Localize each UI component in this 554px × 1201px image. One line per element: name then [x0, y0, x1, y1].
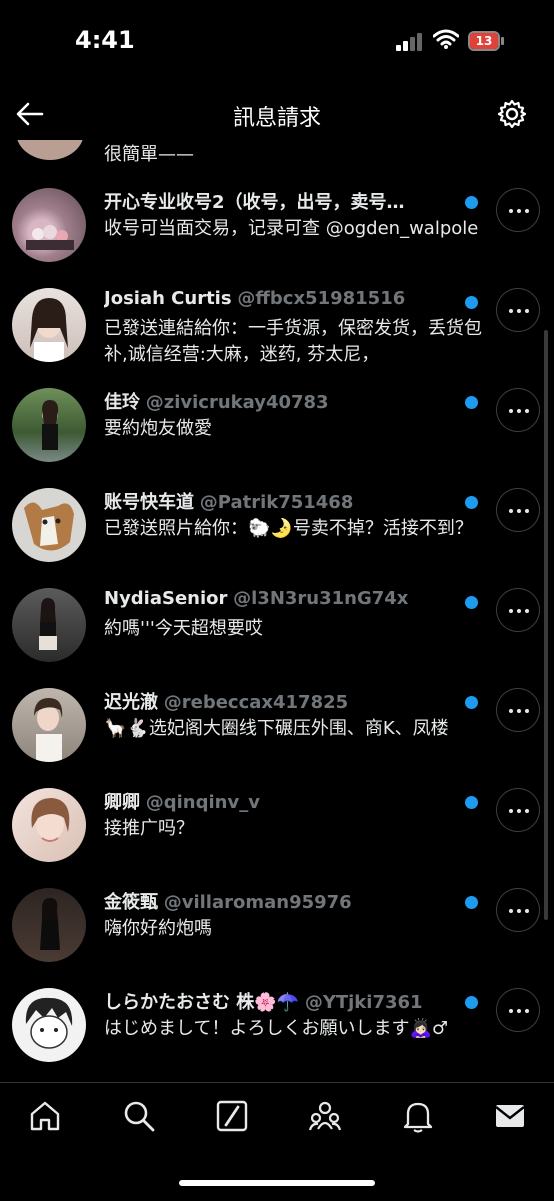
more-options-button[interactable] — [496, 388, 540, 432]
page-title: 訊息請求 — [232, 106, 321, 131]
sender-handle: @rebeccax417825 — [163, 692, 349, 713]
list-item[interactable]: 账号快车道 @Patrik751468 已發送照片給你：🐑🌛号卖不掉？活接不到？ — [0, 484, 554, 584]
sender-name: Josiah Curtis — [104, 288, 232, 309]
more-options-button[interactable] — [496, 288, 540, 332]
gear-icon[interactable] — [496, 98, 528, 130]
more-options-button[interactable] — [496, 588, 540, 632]
message-request-list: 很簡單—— 开心专业收号2（收号，出号，卖号… 收号可当面交易，记录可查 @og… — [0, 140, 554, 1080]
scrollbar[interactable] — [544, 330, 548, 920]
more-options-button[interactable] — [496, 988, 540, 1032]
list-item[interactable]: 金筱甄 @villaroman95976 嗨你好約炮嗎 — [0, 884, 554, 984]
sender-handle: @ffbcx51981516 — [237, 288, 406, 309]
unread-dot — [465, 896, 478, 909]
list-item[interactable]: 迟光澈 @rebeccax417825 🦙🐇选妃阁大圈线下碾压外围、商K、凤楼 — [0, 684, 554, 784]
message-preview: 約嗎'''今天超想要哎 — [104, 618, 263, 639]
messages-icon[interactable] — [493, 1099, 527, 1133]
battery-level: 13 — [470, 33, 498, 49]
header: 訊息請求 — [0, 86, 554, 144]
unread-dot — [465, 596, 478, 609]
status-time: 4:41 — [75, 26, 135, 54]
sender-handle: @l3N3ru31nG74x — [233, 588, 409, 609]
sender-name: NydiaSenior — [104, 588, 228, 609]
unread-dot — [465, 696, 478, 709]
sender-name: 佳玲 — [104, 392, 140, 413]
sender-handle: @qinqinv_v — [145, 792, 260, 813]
list-item[interactable]: 佳玲 @zivicrukay40783 要約炮友做愛 — [0, 384, 554, 484]
sender-name: しらかたおさむ 株🌸☂️ — [104, 992, 300, 1013]
avatar — [12, 188, 86, 262]
more-options-button[interactable] — [496, 188, 540, 232]
notifications-icon[interactable] — [401, 1099, 435, 1133]
avatar — [12, 288, 86, 362]
list-item[interactable]: 卿卿 @qinqinv_v 接推广吗？ — [0, 784, 554, 884]
message-preview: 已發送照片給你：🐑🌛号卖不掉？活接不到？ — [104, 518, 473, 539]
more-options-button[interactable] — [496, 888, 540, 932]
more-options-button[interactable] — [496, 788, 540, 832]
sender-handle: @YTjki7361 — [304, 992, 423, 1013]
battery-icon: 13 — [468, 31, 506, 51]
message-preview: 收号可当面交易，记录可查 @ogden_walpole — [104, 218, 479, 239]
unread-dot — [465, 796, 478, 809]
unread-dot — [465, 396, 478, 409]
sender-name: 账号快车道 — [104, 492, 194, 513]
home-indicator[interactable] — [179, 1180, 375, 1186]
message-preview: 要約炮友做愛 — [104, 418, 212, 439]
message-preview: はじめまして！よろしくお願いします🙇🏻‍♀️♂ — [104, 1018, 449, 1039]
avatar — [12, 988, 86, 1062]
status-bar: 4:41 13 — [0, 0, 554, 82]
unread-dot — [465, 996, 478, 1009]
avatar — [12, 888, 86, 962]
more-options-button[interactable] — [496, 688, 540, 732]
search-icon[interactable] — [122, 1099, 156, 1133]
unread-dot — [465, 296, 478, 309]
avatar — [16, 140, 84, 160]
sender-handle: @Patrik751468 — [199, 492, 354, 513]
avatar — [12, 788, 86, 862]
wifi-icon — [433, 29, 459, 49]
more-options-button[interactable] — [496, 488, 540, 532]
message-preview: 已發送連結給你：一手货源，保密发货，丢货包补,诚信经营:大麻，迷药, 芬太尼， — [104, 318, 482, 365]
message-preview: 🦙🐇选妃阁大圈线下碾压外围、商K、凤楼 — [104, 718, 449, 739]
cellular-signal-icon — [396, 31, 426, 51]
sender-name: 迟光澈 — [104, 692, 158, 713]
avatar — [12, 488, 86, 562]
unread-dot — [465, 196, 478, 209]
list-item[interactable]: 开心专业收号2（收号，出号，卖号… 收号可当面交易，记录可查 @ogden_wa… — [0, 184, 554, 284]
sender-handle: @zivicrukay40783 — [145, 392, 329, 413]
list-item[interactable]: Josiah Curtis @ffbcx51981516 已發送連結給你：一手货… — [0, 284, 554, 384]
message-preview: 接推广吗？ — [104, 818, 194, 839]
message-preview: 很簡單—— — [104, 144, 194, 165]
list-item[interactable]: しらかたおさむ 株🌸☂️ @YTjki7361 はじめまして！よろしくお願いしま… — [0, 984, 554, 1080]
communities-icon[interactable] — [308, 1099, 342, 1133]
message-preview: 嗨你好約炮嗎 — [104, 918, 212, 939]
sender-handle: @villaroman95976 — [163, 892, 352, 913]
avatar — [12, 688, 86, 762]
grok-icon[interactable] — [215, 1099, 249, 1133]
list-item[interactable]: NydiaSenior @l3N3ru31nG74x 約嗎'''今天超想要哎 — [0, 584, 554, 684]
avatar — [12, 388, 86, 462]
sender-name: 卿卿 — [104, 792, 140, 813]
unread-dot — [465, 496, 478, 509]
sender-name: 金筱甄 — [104, 892, 158, 913]
home-icon[interactable] — [28, 1099, 62, 1133]
list-item[interactable]: 很簡單—— — [0, 140, 554, 170]
sender-name: 开心专业收号2（收号，出号，卖号… — [104, 192, 405, 213]
avatar — [12, 588, 86, 662]
